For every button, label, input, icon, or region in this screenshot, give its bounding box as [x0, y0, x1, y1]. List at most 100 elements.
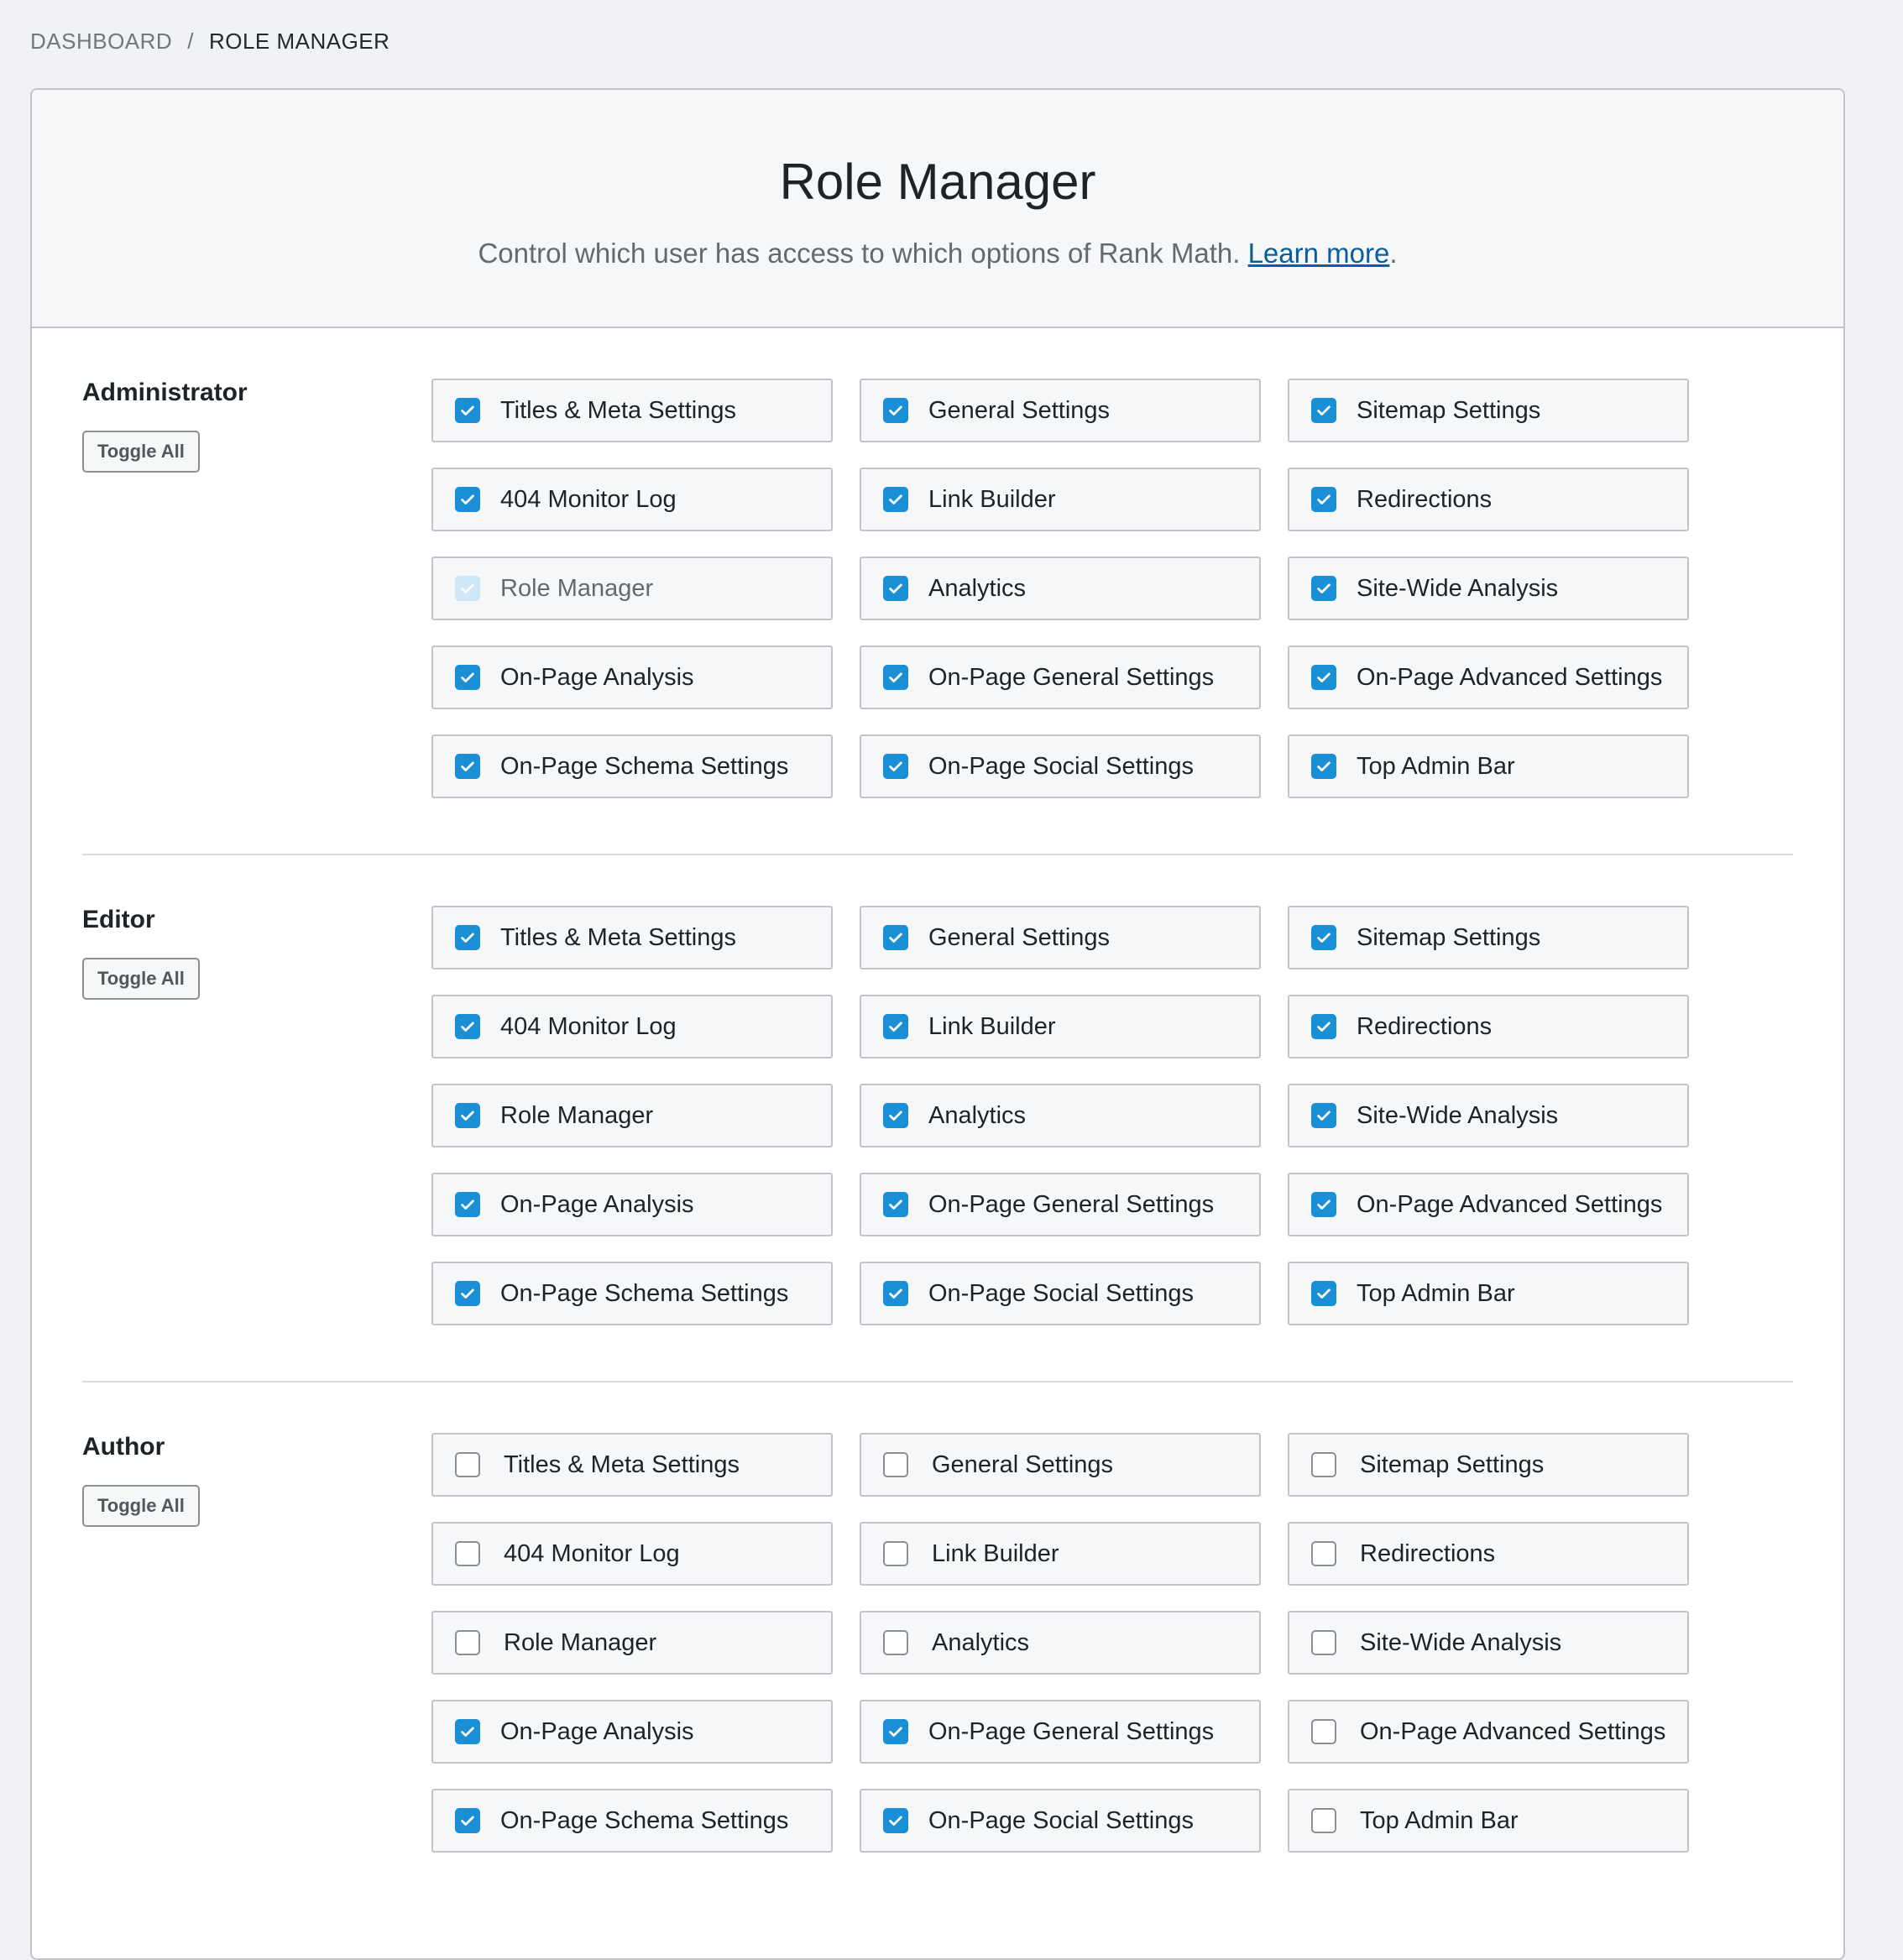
toggle-all-button[interactable]: Toggle All — [82, 431, 200, 473]
checkbox[interactable] — [455, 487, 480, 512]
capability-label: Top Admin Bar — [1360, 1806, 1519, 1834]
capability-checkbox-item[interactable]: On-Page Advanced Settings — [1288, 1173, 1689, 1236]
capability-checkbox-item[interactable]: Site-Wide Analysis — [1288, 1611, 1689, 1675]
checkbox[interactable] — [1311, 1630, 1336, 1655]
capability-checkbox-item[interactable]: On-Page General Settings — [860, 1173, 1261, 1236]
checkbox[interactable] — [1311, 1719, 1336, 1744]
capability-checkbox-item[interactable]: Redirections — [1288, 995, 1689, 1058]
checkbox[interactable] — [883, 1808, 908, 1833]
capability-checkbox-item[interactable]: Top Admin Bar — [1288, 1789, 1689, 1853]
checkbox[interactable] — [1311, 754, 1336, 779]
checkbox[interactable] — [455, 1541, 480, 1566]
capability-checkbox-item[interactable]: Redirections — [1288, 1522, 1689, 1586]
capability-checkbox-item[interactable]: On-Page Social Settings — [860, 734, 1261, 798]
capability-label: Link Builder — [928, 1012, 1056, 1040]
checkbox[interactable] — [883, 1103, 908, 1128]
breadcrumb-dashboard-link[interactable]: DASHBOARD — [30, 29, 172, 55]
capability-checkbox-item[interactable]: On-Page General Settings — [860, 1700, 1261, 1764]
checkbox[interactable] — [455, 1103, 480, 1128]
capability-checkbox-item[interactable]: Top Admin Bar — [1288, 734, 1689, 798]
capability-checkbox-item[interactable]: On-Page Social Settings — [860, 1789, 1261, 1853]
toggle-all-button[interactable]: Toggle All — [82, 1485, 200, 1527]
capability-checkbox-item[interactable]: On-Page Advanced Settings — [1288, 645, 1689, 709]
checkbox[interactable] — [1311, 1281, 1336, 1306]
capability-label: On-Page Analysis — [500, 1717, 694, 1745]
checkbox[interactable] — [883, 487, 908, 512]
capability-checkbox-item[interactable]: On-Page General Settings — [860, 645, 1261, 709]
checkbox[interactable] — [883, 665, 908, 690]
capability-checkbox-item[interactable]: On-Page Analysis — [431, 645, 833, 709]
capability-checkbox-item[interactable]: Link Builder — [860, 468, 1261, 531]
capability-checkbox-item[interactable]: On-Page Advanced Settings — [1288, 1700, 1689, 1764]
checkbox[interactable] — [455, 1630, 480, 1655]
checkbox[interactable] — [455, 665, 480, 690]
capability-checkbox-item[interactable]: Redirections — [1288, 468, 1689, 531]
checkbox[interactable] — [1311, 1452, 1336, 1477]
capability-checkbox-item[interactable]: Link Builder — [860, 1522, 1261, 1586]
toggle-all-button[interactable]: Toggle All — [82, 958, 200, 1000]
capability-checkbox-item[interactable]: General Settings — [860, 379, 1261, 442]
checkbox[interactable] — [883, 1192, 908, 1217]
checkbox[interactable] — [1311, 576, 1336, 601]
capability-checkbox-item[interactable]: Role Manager — [431, 1084, 833, 1147]
capability-checkbox-item[interactable]: On-Page Schema Settings — [431, 1262, 833, 1325]
capability-checkbox-item[interactable]: Top Admin Bar — [1288, 1262, 1689, 1325]
checkbox[interactable] — [1311, 1192, 1336, 1217]
learn-more-link[interactable]: Learn more — [1248, 238, 1390, 269]
checkbox[interactable] — [455, 1014, 480, 1039]
checkbox[interactable] — [1311, 665, 1336, 690]
capability-checkbox-item[interactable]: Sitemap Settings — [1288, 906, 1689, 970]
capability-label: On-Page Schema Settings — [500, 1279, 789, 1307]
capability-checkbox-item[interactable]: Titles & Meta Settings — [431, 906, 833, 970]
checkbox[interactable] — [455, 1281, 480, 1306]
capability-checkbox-item[interactable]: 404 Monitor Log — [431, 1522, 833, 1586]
capability-checkbox-item[interactable]: Titles & Meta Settings — [431, 379, 833, 442]
checkbox[interactable] — [883, 1014, 908, 1039]
capability-checkbox-item[interactable]: 404 Monitor Log — [431, 468, 833, 531]
checkbox[interactable] — [883, 1281, 908, 1306]
capability-checkbox-item[interactable]: Site-Wide Analysis — [1288, 557, 1689, 620]
capability-checkbox-item[interactable]: On-Page Analysis — [431, 1700, 833, 1764]
capability-checkbox-item[interactable]: Sitemap Settings — [1288, 1433, 1689, 1497]
checkbox[interactable] — [455, 925, 480, 950]
checkbox[interactable] — [883, 576, 908, 601]
capability-checkbox-item[interactable]: 404 Monitor Log — [431, 995, 833, 1058]
checkbox[interactable] — [455, 754, 480, 779]
checkbox[interactable] — [1311, 1541, 1336, 1566]
capability-checkbox-item[interactable]: On-Page Social Settings — [860, 1262, 1261, 1325]
checkbox[interactable] — [455, 1719, 480, 1744]
capability-checkbox-item[interactable]: Link Builder — [860, 995, 1261, 1058]
checkbox[interactable] — [1311, 398, 1336, 423]
checkbox[interactable] — [455, 1192, 480, 1217]
checkbox[interactable] — [1311, 1808, 1336, 1833]
checkbox[interactable] — [1311, 1103, 1336, 1128]
checkbox[interactable] — [1311, 925, 1336, 950]
capability-checkbox-item[interactable]: General Settings — [860, 906, 1261, 970]
capability-checkbox-item[interactable]: Titles & Meta Settings — [431, 1433, 833, 1497]
role-manager-panel: Role Manager Control which user has acce… — [30, 88, 1845, 1960]
capability-checkbox-item[interactable]: Role Manager — [431, 1611, 833, 1675]
capability-checkbox-item[interactable]: Site-Wide Analysis — [1288, 1084, 1689, 1147]
checkbox[interactable] — [455, 1808, 480, 1833]
capability-checkbox-item[interactable]: General Settings — [860, 1433, 1261, 1497]
capability-label: Role Manager — [504, 1628, 657, 1656]
checkmark-icon — [1315, 928, 1333, 947]
capability-checkbox-item[interactable]: Analytics — [860, 557, 1261, 620]
capability-checkbox-item[interactable]: Analytics — [860, 1611, 1261, 1675]
checkbox[interactable] — [1311, 487, 1336, 512]
checkbox[interactable] — [883, 1541, 908, 1566]
checkbox[interactable] — [455, 398, 480, 423]
capability-checkbox-item[interactable]: On-Page Schema Settings — [431, 734, 833, 798]
checkbox[interactable] — [883, 1630, 908, 1655]
capability-checkbox-item[interactable]: On-Page Analysis — [431, 1173, 833, 1236]
checkbox[interactable] — [883, 1719, 908, 1744]
checkbox[interactable] — [883, 1452, 908, 1477]
checkbox[interactable] — [883, 398, 908, 423]
capability-checkbox-item[interactable]: On-Page Schema Settings — [431, 1789, 833, 1853]
capability-checkbox-item[interactable]: Sitemap Settings — [1288, 379, 1689, 442]
checkbox[interactable] — [1311, 1014, 1336, 1039]
checkbox[interactable] — [883, 754, 908, 779]
checkbox[interactable] — [883, 925, 908, 950]
capability-checkbox-item[interactable]: Analytics — [860, 1084, 1261, 1147]
checkbox[interactable] — [455, 1452, 480, 1477]
